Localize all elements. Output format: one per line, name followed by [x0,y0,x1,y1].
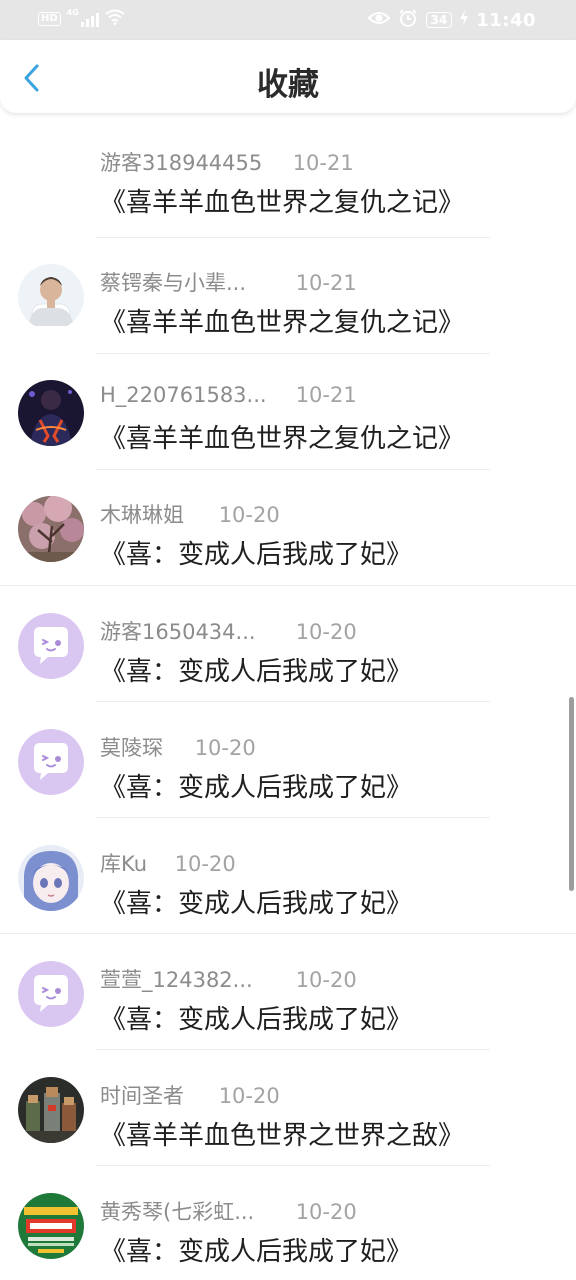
avatar[interactable] [18,845,84,911]
hd-badge: HD [38,12,61,26]
item-meta: 库Ku 10-20 [100,848,236,878]
header-bar: 收藏 [0,40,576,113]
item-meta: 游客1650434... 10-20 [100,616,357,646]
item-date: 10-20 [218,503,280,527]
network-type: 4G [66,8,79,17]
scrollbar[interactable] [569,697,574,891]
item-meta: 黄秀琴(七彩虹... 10-20 [100,1196,357,1226]
user-name: 萱萱_124382... [100,968,253,992]
book-title[interactable]: 《喜羊羊血色世界之复仇之记》 [100,302,464,339]
item-date: 10-20 [218,1084,280,1108]
item-date: 10-21 [295,271,357,295]
avatar[interactable] [18,264,84,330]
default-avatar[interactable] [18,961,84,1027]
clock: 11:40 [476,9,536,31]
signal-icon: 4G [66,8,99,27]
book-title[interactable]: 《喜：变成人后我成了妃》 [100,534,412,571]
item-date: 10-20 [295,1200,357,1224]
alarm-icon [398,8,418,32]
avatar[interactable] [18,1193,84,1259]
item-meta: H_220761583... 10-21 [100,383,357,407]
item-meta: 萱萱_124382... 10-20 [100,964,357,994]
avatar[interactable] [18,380,84,446]
book-title[interactable]: 《喜：变成人后我成了妃》 [100,883,412,920]
item-date: 10-21 [295,383,357,407]
list-item[interactable]: 萱萱_124382... 10-20 《喜：变成人后我成了妃》 [0,931,576,1047]
user-name: 库Ku [100,852,148,876]
book-title[interactable]: 《喜羊羊血色世界之世界之敌》 [100,1115,464,1152]
user-name: 蔡锷秦与小辈... [100,271,247,295]
book-title[interactable]: 《喜羊羊血色世界之复仇之记》 [100,182,464,219]
item-meta: 莫陵琛 10-20 [100,732,256,762]
favorites-list[interactable]: 游客318944455 10-21 《喜羊羊血色世界之复仇之记》 蔡锷秦与小辈.… [0,113,576,1280]
list-item[interactable]: 木琳琳姐 10-20 《喜：变成人后我成了妃》 [0,466,576,582]
battery-level: 34 [425,12,453,28]
user-name: H_220761583... [100,383,267,407]
list-item[interactable]: 游客1650434... 10-20 《喜：变成人后我成了妃》 [0,583,576,699]
default-avatar[interactable] [18,613,84,679]
charging-icon [460,10,469,30]
list-item[interactable]: 莫陵琛 10-20 《喜：变成人后我成了妃》 [0,699,576,815]
user-name: 时间圣者 [100,1084,184,1108]
item-date: 10-20 [174,852,236,876]
list-item[interactable]: 黄秀琴(七彩虹... 10-20 《喜：变成人后我成了妃》 [0,1163,576,1279]
list-item[interactable]: H_220761583... 10-21 《喜羊羊血色世界之复仇之记》 [0,350,576,466]
item-meta: 时间圣者 10-20 [100,1080,280,1110]
default-avatar[interactable] [18,729,84,795]
book-title[interactable]: 《喜：变成人后我成了妃》 [100,1231,412,1268]
user-name: 木琳琳姐 [100,503,184,527]
item-date: 10-20 [295,968,357,992]
user-name: 黄秀琴(七彩虹... [100,1200,255,1224]
item-meta: 蔡锷秦与小辈... 10-21 [100,267,357,297]
item-date: 10-20 [295,620,357,644]
status-left: HD 4G [38,8,125,29]
user-name: 莫陵琛 [100,736,163,760]
favorites-screen: HD 4G 34 11:40 收藏 游客318944455 10-21 《喜羊羊… [0,0,576,1280]
book-title[interactable]: 《喜：变成人后我成了妃》 [100,999,412,1036]
item-date: 10-21 [292,151,354,175]
avatar[interactable] [18,496,84,562]
eye-icon [367,10,390,30]
book-title[interactable]: 《喜：变成人后我成了妃》 [100,767,412,804]
page-title: 收藏 [257,67,319,103]
item-meta: 木琳琳姐 10-20 [100,499,280,529]
status-right: 34 11:40 [367,8,537,32]
wifi-icon [105,9,125,29]
book-title[interactable]: 《喜：变成人后我成了妃》 [100,651,412,688]
item-date: 10-20 [194,736,256,760]
status-bar: HD 4G 34 11:40 [0,0,576,40]
list-item[interactable]: 时间圣者 10-20 《喜羊羊血色世界之世界之敌》 [0,1047,576,1163]
list-item[interactable]: 库Ku 10-20 《喜：变成人后我成了妃》 [0,815,576,931]
list-item[interactable]: 蔡锷秦与小辈... 10-21 《喜羊羊血色世界之复仇之记》 [0,234,576,350]
user-name: 游客318944455 [100,151,263,175]
item-meta: 游客318944455 10-21 [100,147,354,177]
list-item[interactable]: 游客318944455 10-21 《喜羊羊血色世界之复仇之记》 [0,114,576,230]
avatar[interactable] [18,1077,84,1143]
user-name: 游客1650434... [100,620,256,644]
book-title[interactable]: 《喜羊羊血色世界之复仇之记》 [100,418,464,455]
